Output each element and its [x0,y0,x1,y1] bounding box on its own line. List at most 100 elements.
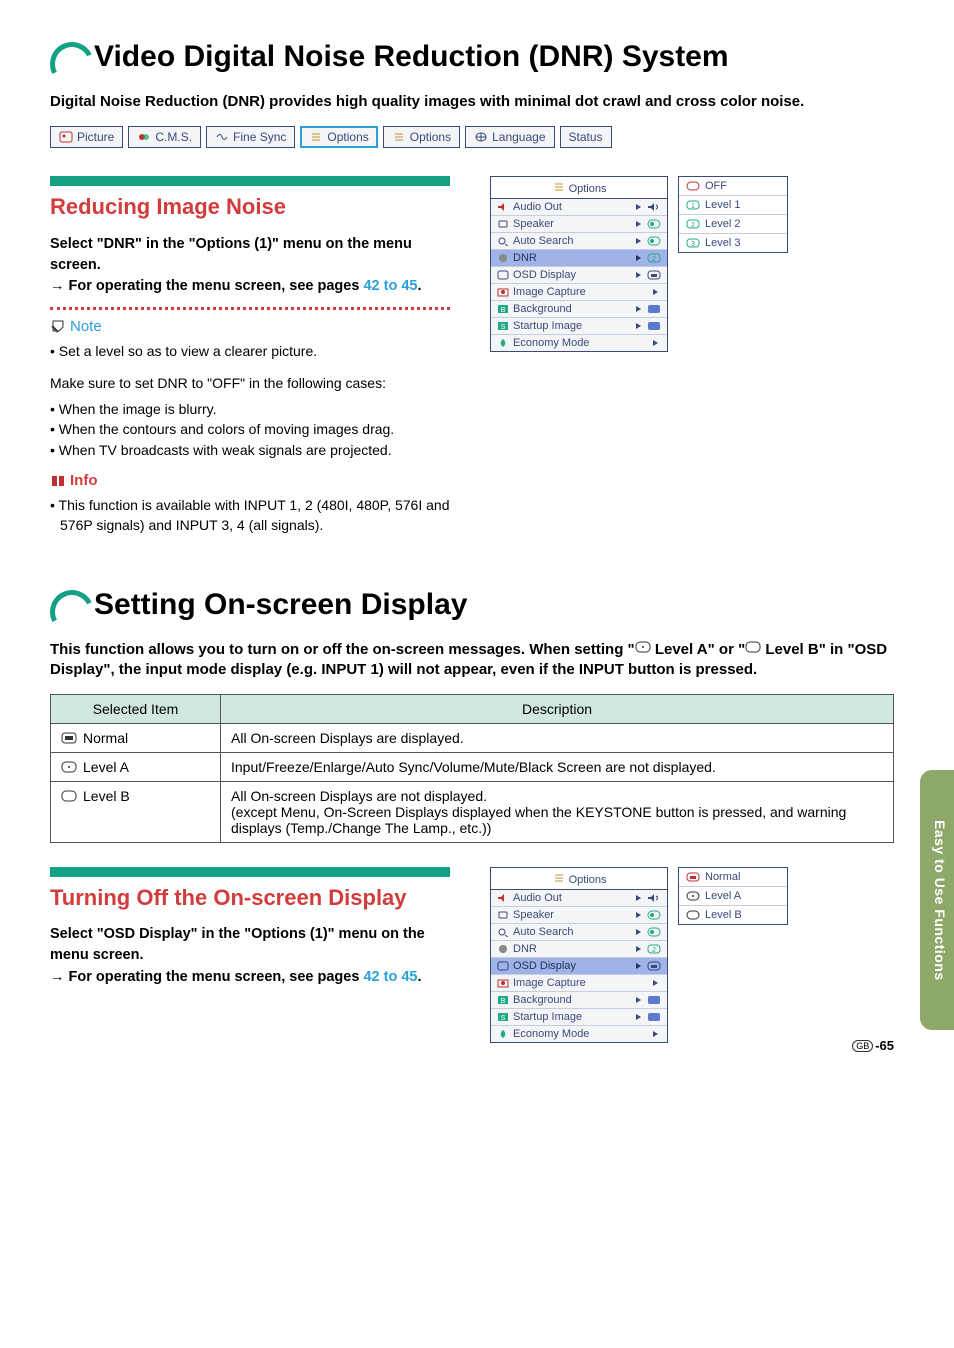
operate-suffix: . [417,278,421,294]
level-label: Level A [705,890,741,902]
osd-row-label: Audio Out [513,892,562,904]
cms-icon [137,130,151,144]
info-bullets: This function is available with INPUT 1,… [50,495,450,536]
osd-level-b: Level B [679,906,787,924]
osd-row-label: Image Capture [513,977,586,989]
row-value-icon [634,202,661,212]
options-icon [552,180,566,194]
section-header-2: Setting On-screen Display [50,588,894,632]
info-icon [50,474,64,488]
normal-icon [61,731,77,745]
note-plain: Make sure to set DNR to "OFF" in the fol… [50,373,450,393]
si-label: Normal [83,730,128,746]
row-value-icon [634,270,661,280]
normal-icon [685,870,701,884]
si-label: Level A [83,759,129,775]
info-header: Info [50,472,450,489]
desc-cell: Input/Freeze/Enlarge/Auto Sync/Volume/Mu… [221,753,894,782]
si-label: Level B [83,788,130,804]
osd-row: DNR2 [491,941,667,958]
row-value-icon [634,304,661,314]
menu-label: C.M.S. [155,130,192,144]
note-bullets: Set a level so as to view a clearer pict… [50,341,450,361]
menu-picture[interactable]: Picture [50,126,123,148]
osd-row-label: Economy Mode [513,1028,589,1040]
menu-label: Options [410,130,451,144]
osd-row-label: Background [513,994,572,1006]
menu-label: Fine Sync [233,130,286,144]
menu-status[interactable]: Status [560,126,612,148]
level-b-icon [61,789,77,803]
osd-row-label: Auto Search [513,235,574,247]
row-icon: S [497,1012,509,1022]
menu-options-2[interactable]: Options [383,126,460,148]
menu-cms[interactable]: C.M.S. [128,126,201,148]
row-value-icon [634,219,661,229]
osd-row: B Background [491,992,667,1009]
svg-text:S: S [501,324,506,331]
row-icon [497,236,509,246]
svg-text:2: 2 [652,947,656,954]
osd-row-label: Image Capture [513,286,586,298]
options-icon [552,871,566,885]
row-icon [497,219,509,229]
note-item: When TV broadcasts with weak signals are… [60,440,450,460]
row-icon: S [497,321,509,331]
osd-row: Audio Out [491,199,667,216]
svg-text:2: 2 [652,256,656,263]
svg-text:S: S [501,1015,506,1022]
table-row: Level A Input/Freeze/Enlarge/Auto Sync/V… [51,753,894,782]
level-label: Level 2 [705,218,740,230]
page-link[interactable]: 42 to 45 [363,278,417,294]
menu-finesync[interactable]: Fine Sync [206,126,295,148]
arc-icon [50,590,90,630]
osd-level-a: Level A [679,887,787,906]
right-column-2: Options Audio OutSpeakerAuto SearchDNR2O… [490,867,894,1043]
osd-title: Options [491,177,667,199]
select-line: Select "OSD Display" in the "Options (1)… [50,926,425,963]
level-b-icon [685,908,701,922]
menu-language[interactable]: Language [465,126,554,148]
level-off: OFF [679,177,787,196]
row-value-icon [634,1012,661,1022]
level-label: Normal [705,871,740,883]
menu-label: Picture [77,130,114,144]
note-header: Note [50,318,450,335]
level-label: OFF [705,180,727,192]
level-a-icon [685,889,701,903]
osd-title-label: Options [569,183,607,195]
row-icon [497,893,509,903]
operate-suffix: . [417,969,421,985]
osd-row-label: Startup Image [513,1011,582,1023]
osd-normal: Normal [679,868,787,887]
osd-row-label: OSD Display [513,960,576,972]
osd-row: S Startup Image [491,1009,667,1026]
osd-row: Audio Out [491,890,667,907]
osd-title: Options [491,868,667,890]
menu-options-1[interactable]: Options [300,126,377,148]
row-value-icon [651,1029,661,1039]
row-icon [497,287,509,297]
page-num-value: -65 [875,1038,894,1053]
osd-row: Auto Search [491,233,667,250]
off-icon [685,179,701,193]
instruction-text: Select "DNR" in the "Options (1)" menu o… [50,234,450,297]
side-tab: Easy to Use Functions [920,770,954,1030]
osd-row: Economy Mode [491,335,667,351]
row-icon [497,910,509,920]
row-osd-display: Turning Off the On-screen Display Select… [50,867,894,1043]
row-value-icon [634,321,661,331]
level-label: Level 1 [705,199,740,211]
row-value-icon [634,236,661,246]
row-value-icon: 2 [634,253,661,263]
osd-row: OSD Display [491,958,667,975]
arc-icon [50,42,90,82]
level-label: Level B [705,909,742,921]
menu-label: Options [327,130,368,144]
osd-row: Economy Mode [491,1026,667,1042]
page-link[interactable]: 42 to 45 [363,969,417,985]
svg-text:B: B [501,998,506,1005]
row-icon [497,253,509,263]
row-value-icon [634,961,661,971]
row-icon [497,961,509,971]
